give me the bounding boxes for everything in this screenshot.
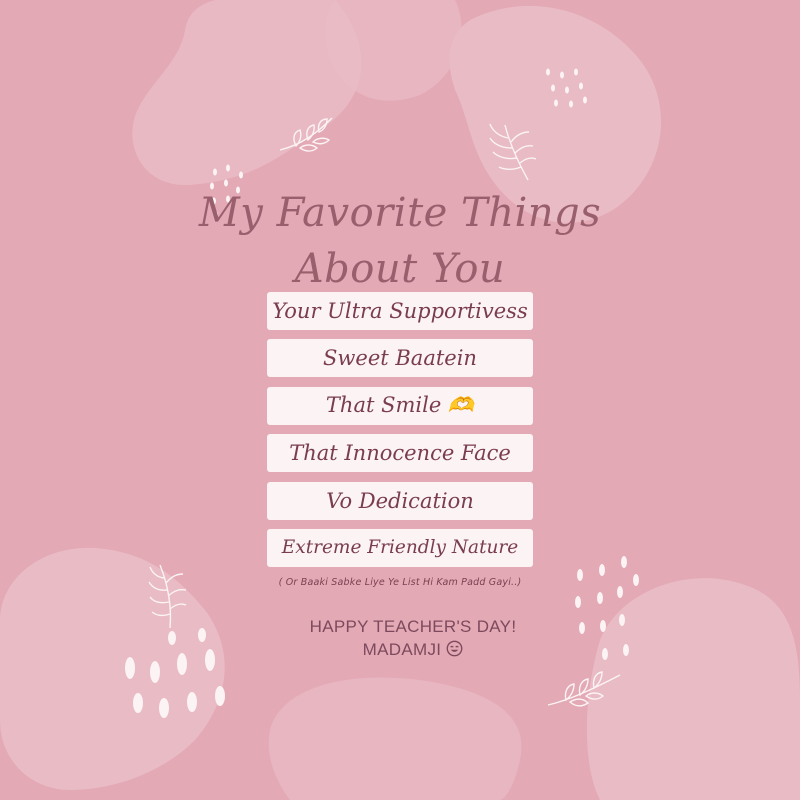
- greeting-line-2: MADAMJI: [240, 640, 586, 662]
- list-item: Vo Dedication: [267, 481, 533, 520]
- list-item: That Innocence Face: [267, 434, 533, 473]
- list-item: Sweet Baatein: [267, 339, 533, 378]
- greeting-name: MADAMJI: [362, 640, 442, 659]
- title-line-2: About You: [294, 246, 506, 292]
- footnote: ( Or Baaki Sabke Liye Ye List Hi Kam Pad…: [278, 577, 522, 588]
- title-line-1: My Favorite Things: [198, 190, 602, 236]
- poster-card: My Favorite Things About You Your Ultra …: [0, 0, 800, 800]
- list-item: That Smile 🫶: [267, 386, 533, 425]
- greeting-line-1: HAPPY TEACHER'S DAY!: [309, 617, 517, 636]
- smiling-face-icon: [446, 640, 463, 662]
- blob-shape: [268, 677, 522, 800]
- blob-shape: [586, 578, 800, 800]
- favorites-list: Your Ultra Supportivess Sweet Baatein Th…: [267, 292, 533, 576]
- list-item: Your Ultra Supportivess: [267, 292, 533, 330]
- list-item: Extreme Friendly Nature: [267, 528, 533, 567]
